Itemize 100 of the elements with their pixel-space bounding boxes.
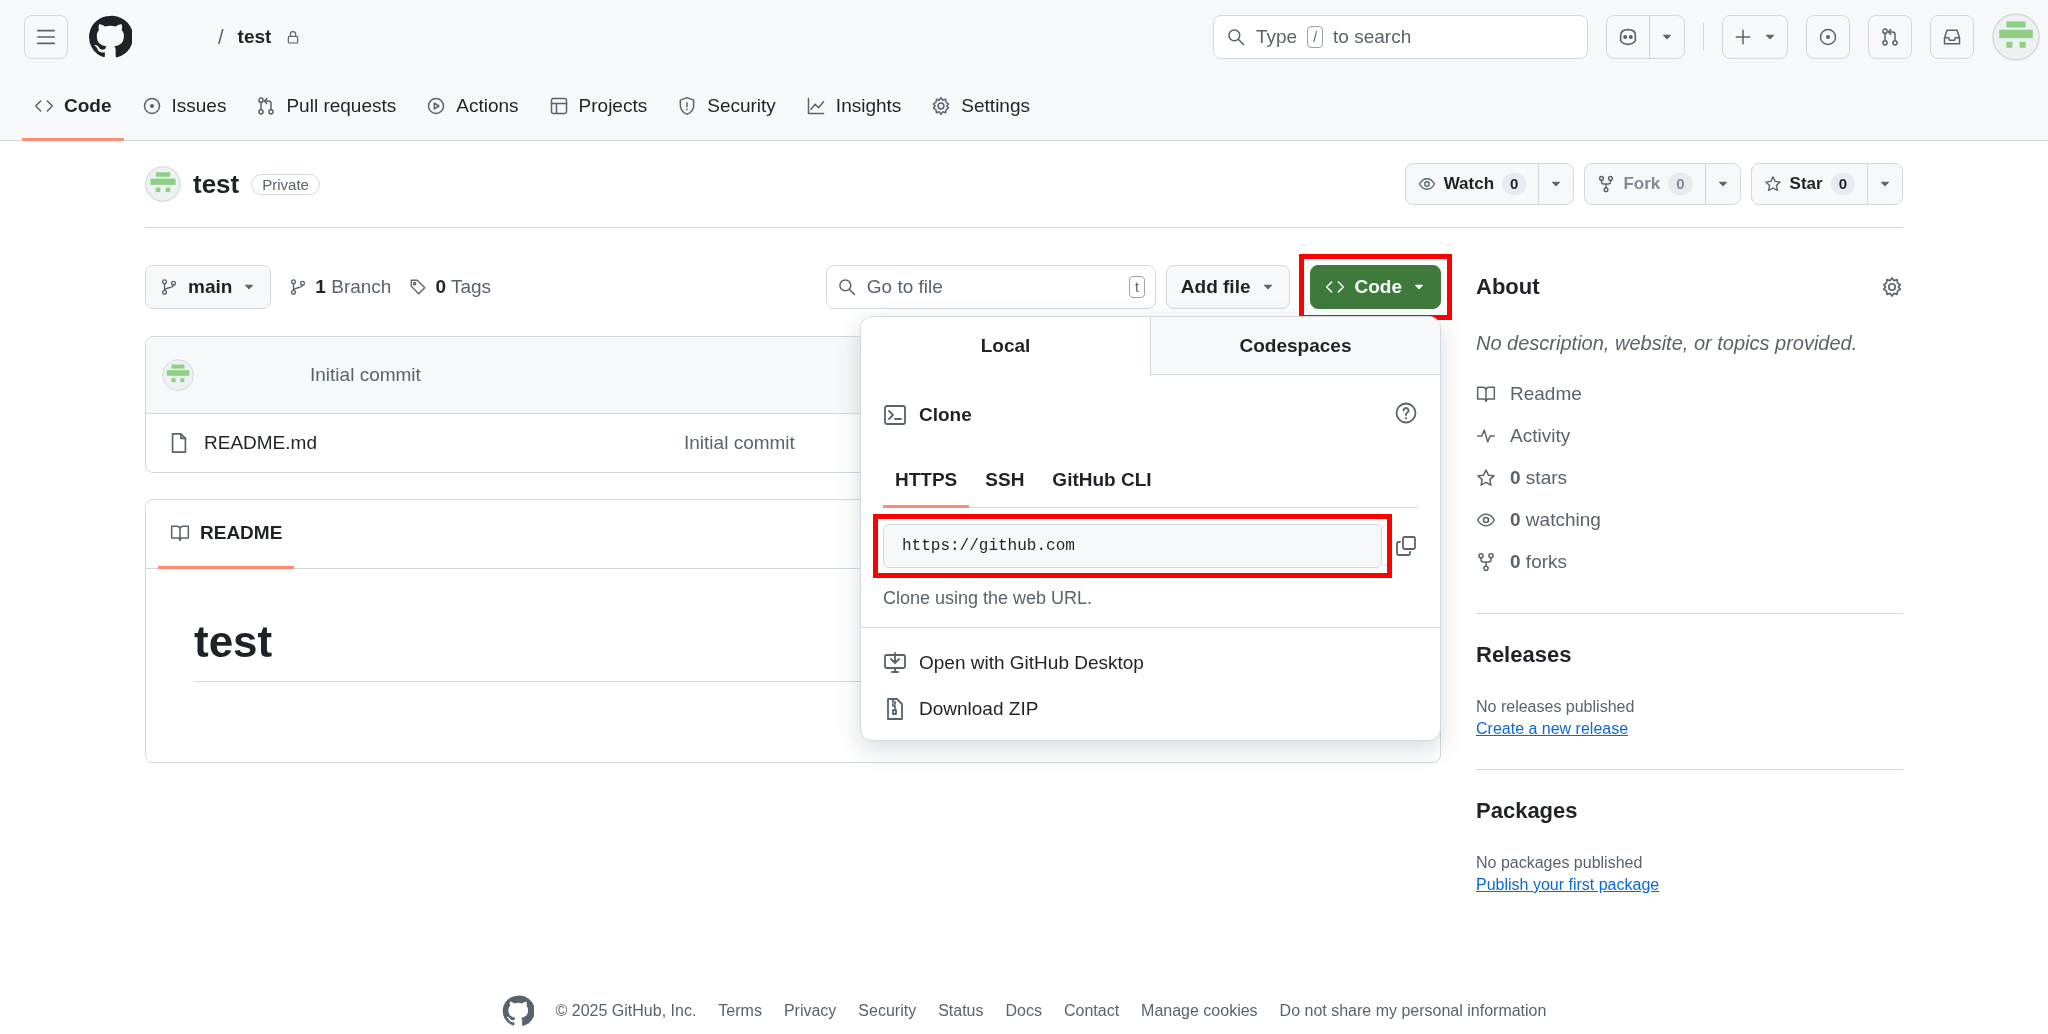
nav-tab[interactable]: Pull requests bbox=[244, 74, 409, 141]
readme-tab[interactable]: README bbox=[158, 500, 295, 569]
menu-tab[interactable]: Local bbox=[861, 317, 1150, 375]
nav-tab[interactable]: Issues bbox=[129, 74, 239, 141]
star-icon bbox=[1763, 175, 1782, 193]
section-link[interactable]: Create a new release bbox=[1476, 720, 1629, 738]
footer-link[interactable]: Status bbox=[938, 1002, 984, 1020]
menu-button[interactable] bbox=[24, 15, 68, 59]
about-item[interactable]: Activity bbox=[1476, 415, 1903, 457]
issue-icon bbox=[141, 96, 162, 116]
plus-icon bbox=[1733, 27, 1753, 47]
graph-icon bbox=[805, 96, 826, 116]
file-name[interactable]: README.md bbox=[204, 432, 670, 454]
avatar bbox=[162, 359, 194, 391]
octocat-logo[interactable] bbox=[88, 15, 132, 59]
about-item[interactable]: Readme bbox=[1476, 373, 1903, 415]
nav-tab-label: Insights bbox=[835, 95, 902, 117]
about-title: About bbox=[1476, 274, 1540, 300]
inbox-icon bbox=[1942, 27, 1962, 47]
nav-tab[interactable]: Security bbox=[665, 74, 788, 141]
about-description: No description, website, or topics provided. bbox=[1476, 332, 1859, 355]
table-icon bbox=[548, 96, 569, 116]
tags-link[interactable]: 0 Tags bbox=[409, 276, 492, 298]
nav-tab-label: Pull requests bbox=[286, 95, 397, 117]
copilot-button[interactable] bbox=[1606, 15, 1685, 59]
nav-tab[interactable]: Code bbox=[22, 74, 124, 141]
about-item[interactable]: 0 watching bbox=[1476, 499, 1903, 541]
nav-tab-label: Actions bbox=[456, 95, 519, 117]
tag-icon bbox=[409, 278, 428, 296]
create-new-button[interactable] bbox=[1722, 15, 1788, 59]
copyright: © 2025 GitHub, Inc. bbox=[555, 1002, 697, 1020]
play-icon bbox=[426, 96, 447, 116]
nav-tab[interactable]: Settings bbox=[919, 74, 1042, 141]
section-title: Releases bbox=[1476, 642, 1573, 668]
nav-tab-label: Issues bbox=[171, 95, 227, 117]
nav-tab[interactable]: Actions bbox=[414, 74, 531, 141]
footer-link[interactable]: Security bbox=[858, 1002, 917, 1020]
search-field[interactable]: Type / to search bbox=[1213, 15, 1588, 59]
search-icon bbox=[836, 277, 857, 297]
help-icon bbox=[1394, 400, 1418, 425]
repo-action-button[interactable]: Watch 0 bbox=[1404, 163, 1575, 205]
go-to-file-field[interactable]: Go to file t bbox=[825, 265, 1156, 309]
pull-request-icon bbox=[1880, 27, 1900, 47]
protocol-tab[interactable]: HTTPS bbox=[883, 455, 970, 508]
protocol-tab[interactable]: SSH bbox=[973, 455, 1037, 508]
nav-tab-label: Settings bbox=[961, 95, 1030, 117]
commit-message[interactable]: Initial commit bbox=[310, 364, 421, 386]
nav-tab[interactable]: Projects bbox=[536, 74, 660, 141]
protocol-tab[interactable]: GitHub CLI bbox=[1040, 455, 1164, 508]
section-link[interactable]: Publish your first package bbox=[1476, 876, 1660, 894]
branch-select[interactable]: main bbox=[145, 265, 272, 309]
footer-link[interactable]: Terms bbox=[718, 1002, 762, 1020]
star-icon bbox=[1476, 468, 1496, 488]
clone-title: Clone bbox=[919, 404, 972, 426]
about-item[interactable]: 0 forks bbox=[1476, 541, 1903, 583]
desktop-download-icon bbox=[883, 651, 907, 675]
nav-tab-label: Security bbox=[707, 95, 776, 117]
clone-hint: Clone using the web URL. bbox=[883, 588, 1094, 609]
footer-link[interactable]: Privacy bbox=[783, 1002, 837, 1020]
path-separator: / bbox=[218, 25, 224, 49]
eye-icon bbox=[1476, 510, 1496, 530]
issues-button[interactable] bbox=[1806, 15, 1850, 59]
pull-request-icon bbox=[256, 96, 277, 116]
inbox-button[interactable] bbox=[1930, 15, 1974, 59]
search-icon bbox=[1226, 27, 1246, 47]
footer-link[interactable]: Do not share my personal information bbox=[1279, 1002, 1547, 1020]
empty-note: No packages published bbox=[1476, 854, 1644, 872]
footer-link[interactable]: Docs bbox=[1005, 1002, 1042, 1020]
footer-link[interactable]: Contact bbox=[1063, 1002, 1120, 1020]
action-label: Star bbox=[1789, 174, 1823, 194]
eye-icon bbox=[1417, 175, 1436, 193]
menu-item[interactable]: Download ZIP bbox=[883, 686, 1418, 732]
gear-icon bbox=[931, 96, 952, 116]
branch-icon bbox=[160, 278, 178, 296]
branches-link[interactable]: 1 Branch bbox=[289, 276, 392, 298]
avatar bbox=[145, 166, 181, 202]
robot-icon bbox=[1617, 26, 1639, 48]
pulse-icon bbox=[1476, 426, 1496, 446]
section-title: Packages bbox=[1476, 798, 1579, 824]
action-label: Watch bbox=[1443, 174, 1495, 194]
repo-link[interactable]: test bbox=[237, 26, 272, 48]
add-file-button[interactable]: Add file bbox=[1165, 265, 1290, 309]
footer-link[interactable]: Manage cookies bbox=[1141, 1002, 1258, 1020]
copy-icon bbox=[1394, 534, 1418, 558]
nav-tab-label: Projects bbox=[578, 95, 648, 117]
menu-tab[interactable]: Codespaces bbox=[1150, 317, 1440, 375]
fork-icon bbox=[1597, 175, 1616, 193]
octocat-logo[interactable] bbox=[501, 995, 534, 1027]
avatar bbox=[1992, 13, 2040, 61]
pull-requests-button[interactable] bbox=[1868, 15, 1912, 59]
code-button[interactable]: Code bbox=[1309, 265, 1441, 309]
branch-icon bbox=[289, 278, 308, 296]
nav-tab[interactable]: Insights bbox=[793, 74, 914, 141]
issue-icon bbox=[1818, 27, 1838, 47]
clone-url-field[interactable]: https://github.com bbox=[883, 524, 1382, 568]
commit-message[interactable]: Initial commit bbox=[684, 432, 795, 454]
repo-action-button[interactable]: Star 0 bbox=[1750, 163, 1903, 205]
empty-note: No releases published bbox=[1476, 698, 1636, 716]
about-item[interactable]: 0 stars bbox=[1476, 457, 1903, 499]
repo-title[interactable]: test bbox=[193, 168, 240, 200]
